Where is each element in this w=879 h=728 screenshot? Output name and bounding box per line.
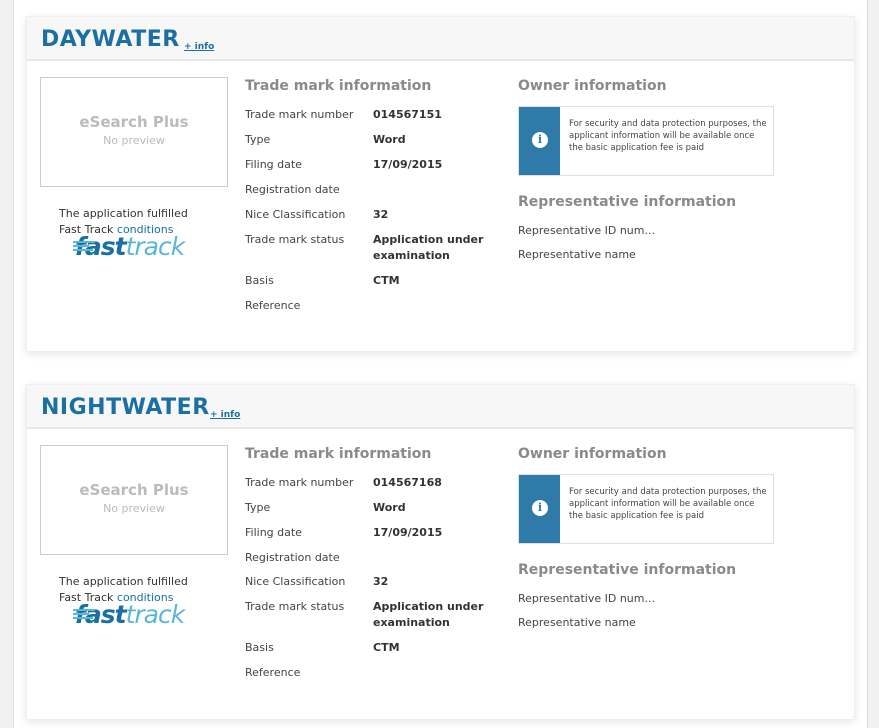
label-basis: Basis [245,274,274,287]
value-nice: 32 [373,208,389,221]
value-status: Application under examination [373,600,484,629]
trademark-card: NIGHTWATER + info eSearch Plus No previe… [26,384,855,720]
label-type: Type [245,133,271,146]
trademark-name[interactable]: NIGHTWATER [41,395,210,420]
value-type: Word [373,501,406,514]
speed-lines-icon [73,609,95,619]
rep-id-label: Representative ID num... [518,592,655,605]
trademark-name[interactable]: DAYWATER [41,27,180,52]
label-status: Trade mark status [245,600,345,613]
label-nice: Nice Classification [245,575,346,588]
rep-id-label: Representative ID num... [518,224,655,237]
tm-section-title: Trade mark information [245,78,432,94]
owner-notice: i For security and data protection purpo… [518,474,774,544]
rep-name-label: Representative name [518,616,636,629]
value-number: 014567151 [373,108,442,121]
label-reference: Reference [245,666,301,679]
value-status: Application under examination [373,233,484,262]
value-basis: CTM [373,274,400,287]
label-type: Type [245,501,271,514]
fast-track-logo: fasttrack [73,232,186,261]
preview-title: eSearch Plus [79,481,189,499]
label-registration-date: Registration date [245,551,340,564]
logo-track: track [125,600,186,629]
card-header: DAYWATER + info [27,17,854,61]
value-filing-date: 17/09/2015 [373,526,443,539]
fast-track-logo: fasttrack [73,600,186,629]
speed-lines-icon [73,241,95,251]
label-registration-date: Registration date [245,183,340,196]
logo-track: track [125,232,186,261]
image-preview: eSearch Plus No preview [40,445,228,555]
label-nice: Nice Classification [245,208,346,221]
rep-section-title: Representative information [518,562,737,578]
preview-title: eSearch Plus [79,113,189,131]
label-filing-date: Filing date [245,158,302,171]
card-header: NIGHTWATER + info [27,385,854,429]
value-filing-date: 17/09/2015 [373,158,443,171]
rep-name-label: Representative name [518,248,636,261]
owner-section-title: Owner information [518,446,667,462]
value-number: 014567168 [373,476,442,489]
owner-notice-text: For security and data protection purpose… [569,119,767,153]
owner-notice-text: For security and data protection purpose… [569,487,767,521]
preview-subtitle: No preview [103,134,165,147]
info-icon: i [532,132,548,148]
label-status: Trade mark status [245,233,345,246]
label-number: Trade mark number [245,476,354,489]
owner-section-title: Owner information [518,78,667,94]
owner-notice: i For security and data protection purpo… [518,106,774,176]
value-type: Word [373,133,406,146]
tm-section-title: Trade mark information [245,446,432,462]
label-reference: Reference [245,299,301,312]
info-icon: i [532,500,548,516]
value-basis: CTM [373,641,400,654]
rep-section-title: Representative information [518,194,737,210]
label-filing-date: Filing date [245,526,302,539]
more-info-link[interactable]: + info [210,410,240,420]
preview-subtitle: No preview [103,502,165,515]
fast-track-line1: The application fulfilled [59,575,188,588]
value-nice: 32 [373,575,389,588]
trademark-card: DAYWATER + info eSearch Plus No preview … [26,16,855,352]
image-preview: eSearch Plus No preview [40,77,228,187]
more-info-link[interactable]: + info [184,42,214,52]
label-number: Trade mark number [245,108,354,121]
fast-track-line1: The application fulfilled [59,207,188,220]
label-basis: Basis [245,641,274,654]
